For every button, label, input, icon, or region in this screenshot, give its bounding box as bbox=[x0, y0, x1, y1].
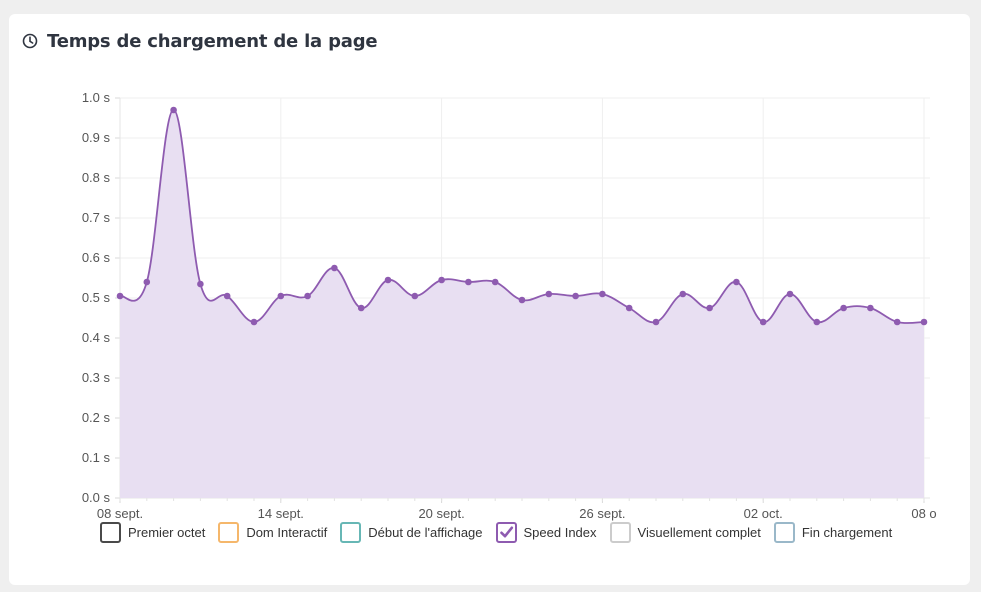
y-tick-label: 0.9 s bbox=[82, 130, 111, 145]
data-point bbox=[491, 278, 499, 286]
legend-checkbox[interactable] bbox=[495, 522, 517, 543]
x-tick-label: 14 sept. bbox=[258, 506, 304, 521]
checkmark-icon bbox=[499, 526, 513, 538]
legend-item[interactable]: Fin chargement bbox=[773, 522, 893, 543]
data-point bbox=[357, 304, 365, 312]
legend-checkbox[interactable] bbox=[100, 522, 121, 543]
y-tick-label: 0.0 s bbox=[82, 490, 111, 505]
data-point bbox=[384, 276, 392, 284]
data-point bbox=[170, 106, 177, 114]
data-point bbox=[411, 292, 419, 300]
data-point bbox=[679, 290, 687, 298]
data-point bbox=[652, 318, 660, 326]
data-point bbox=[223, 292, 231, 300]
legend-label: Visuellement complet bbox=[637, 525, 761, 540]
legend-label: Speed Index bbox=[523, 525, 597, 540]
y-tick-label: 0.6 s bbox=[82, 250, 111, 265]
data-point bbox=[599, 290, 606, 298]
legend-checkbox[interactable] bbox=[340, 522, 362, 543]
y-tick-label: 0.1 s bbox=[82, 450, 111, 465]
y-tick-label: 0.8 s bbox=[82, 170, 111, 185]
speed-index-line bbox=[119, 109, 925, 325]
legend-label: Premier octet bbox=[128, 525, 206, 540]
legend-item[interactable]: Speed Index bbox=[495, 522, 597, 543]
y-tick-label: 0.4 s bbox=[82, 330, 111, 345]
x-tick-label: 08 sept. bbox=[97, 506, 143, 521]
data-point bbox=[759, 318, 767, 326]
data-point bbox=[867, 304, 874, 312]
x-tick-label: 08 o bbox=[911, 506, 936, 521]
data-point bbox=[250, 318, 258, 326]
data-point bbox=[840, 304, 847, 312]
x-tick-label: 20 sept. bbox=[418, 506, 464, 521]
legend-item[interactable]: Début de l'affichage bbox=[340, 522, 483, 543]
data-point bbox=[733, 278, 740, 286]
legend-item[interactable]: Dom Interactif bbox=[218, 522, 327, 543]
data-point bbox=[572, 292, 579, 300]
legend-item[interactable]: Visuellement complet bbox=[609, 522, 761, 543]
data-point bbox=[545, 290, 553, 298]
legend-label: Dom Interactif bbox=[246, 525, 328, 540]
data-point bbox=[438, 276, 445, 284]
data-point bbox=[277, 292, 285, 300]
load-time-chart: 0.0 s 0.1 s 0.2 s 0.3 s 0.4 s 0.5 s 0.6 s 0.7 s… bbox=[82, 90, 937, 521]
data-point bbox=[143, 278, 151, 286]
y-tick-label: 1.0 s bbox=[82, 90, 111, 105]
speed-index-area bbox=[120, 109, 924, 498]
data-point bbox=[116, 292, 124, 300]
data-point bbox=[331, 264, 338, 272]
legend-checkbox[interactable] bbox=[218, 522, 240, 543]
legend-checkbox[interactable] bbox=[609, 522, 631, 543]
data-point bbox=[920, 318, 928, 326]
data-point bbox=[625, 304, 633, 312]
data-point bbox=[304, 292, 311, 300]
legend-label: Début de l'affichage bbox=[368, 525, 483, 540]
y-tick-label: 0.2 s bbox=[82, 410, 111, 425]
y-tick-label: 0.3 s bbox=[82, 370, 111, 385]
x-tick-label: 26 sept. bbox=[579, 506, 625, 521]
data-point bbox=[786, 290, 794, 298]
data-point bbox=[706, 304, 713, 312]
legend-checkbox[interactable] bbox=[773, 522, 795, 543]
data-point bbox=[518, 296, 526, 304]
data-point bbox=[465, 278, 472, 286]
data-point bbox=[197, 280, 204, 288]
legend-label: Fin chargement bbox=[801, 525, 893, 540]
data-point bbox=[813, 318, 821, 326]
legend-item[interactable]: Premier octet bbox=[100, 522, 205, 543]
y-tick-label: 0.7 s bbox=[82, 210, 111, 225]
x-tick-label: 02 oct. bbox=[744, 506, 783, 521]
chart-legend: Premier octet Dom Interactif Début de l'af… bbox=[100, 522, 905, 543]
data-point bbox=[893, 318, 901, 326]
y-tick-label: 0.5 s bbox=[82, 290, 111, 305]
